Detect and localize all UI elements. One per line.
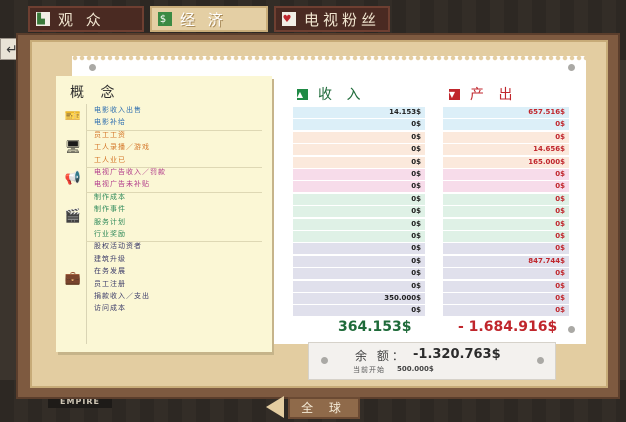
output-header: ▼ 产 出 xyxy=(449,84,517,104)
balance-start-label: 当前开始 xyxy=(353,366,385,374)
output-cell: 0$ xyxy=(443,119,569,131)
income-cell: 0$ xyxy=(293,206,425,218)
balance-start-value: 500.000$ xyxy=(397,365,434,373)
balance-label: 余 额： xyxy=(355,349,407,363)
pin-icon xyxy=(321,357,328,364)
output-header-label: 产 出 xyxy=(470,87,518,103)
pin-icon xyxy=(537,357,544,364)
income-cell: 0$ xyxy=(293,268,425,280)
concept-row-label: 工人录播／游戏 xyxy=(94,143,150,152)
ticket-icon: 🎫 xyxy=(64,109,82,125)
income-header: ▲ 收 入 xyxy=(297,84,365,104)
total-output: - 1.684.916$ xyxy=(458,319,558,335)
bar-chart-icon: ▙ xyxy=(36,12,50,26)
concept-row-label: 电影补给 xyxy=(94,118,126,127)
pin-icon xyxy=(89,64,96,71)
concept-row-label: 服务计划 xyxy=(94,217,126,226)
income-cell: 0$ xyxy=(293,131,425,143)
income-cell: 0$ xyxy=(293,243,425,255)
output-cell: 0$ xyxy=(443,169,569,180)
pin-icon xyxy=(568,64,575,71)
income-cell: 0$ xyxy=(293,255,425,267)
output-cell: 0$ xyxy=(443,218,569,230)
tab-economy-label: 经 济 xyxy=(180,10,227,29)
megaphone-icon: 📢 xyxy=(64,171,82,187)
output-cell: 0$ xyxy=(443,193,569,205)
clapperboard-icon: 🎬 xyxy=(64,208,82,224)
output-cell: 14.656$ xyxy=(443,144,569,156)
income-cell: 14.153$ xyxy=(293,107,425,118)
paper-perforation xyxy=(72,56,586,61)
concept-row-label: 员工注册 xyxy=(94,279,126,288)
concept-row-label: 股权活动资者 xyxy=(94,242,142,251)
concept-row-label: 电影收入出售 xyxy=(94,106,142,114)
output-cell: 0$ xyxy=(443,131,569,143)
balance-panel: 余 额： -1.320.763$ 当前开始 500.000$ xyxy=(308,342,556,380)
income-cell: 0$ xyxy=(293,218,425,230)
concept-row-label: 行业奖励 xyxy=(94,230,126,238)
income-cell: 350.000$ xyxy=(293,293,425,304)
tab-economy[interactable]: $ 经 济 xyxy=(150,6,268,32)
money-icon: $ xyxy=(158,12,172,26)
tab-audience-label: 观 众 xyxy=(58,10,105,29)
output-cell: 847.744$ xyxy=(443,255,569,267)
briefcase-icon: 💼 xyxy=(64,270,82,286)
concept-note: 概 念 🎫 电影收入出售 电影补给 🖥 员工工资工人录播／游戏 工人业已 📢 电视广告收入／罚… xyxy=(56,76,272,352)
income-cell: 0$ xyxy=(293,231,425,242)
output-cell: 0$ xyxy=(443,305,569,317)
output-cell: 0$ xyxy=(443,293,569,304)
concept-row-label: 制作事件 xyxy=(94,205,126,214)
income-cell: 0$ xyxy=(293,305,425,317)
income-header-label: 收 入 xyxy=(318,87,366,103)
income-cell: 0$ xyxy=(293,181,425,193)
total-income: 364.153$ xyxy=(338,319,412,335)
pin-icon xyxy=(568,326,575,333)
output-cell: 165.000$ xyxy=(443,156,569,168)
concept-row-label: 建筑升级 xyxy=(94,254,126,263)
balance-value: -1.320.763$ xyxy=(413,347,501,362)
income-cell: 0$ xyxy=(293,156,425,168)
income-cell: 0$ xyxy=(293,280,425,292)
tab-audience[interactable]: ▙ 观 众 xyxy=(28,6,144,32)
output-cell: 0$ xyxy=(443,231,569,242)
concept-row-label: 电视广告未补贴 xyxy=(94,180,150,189)
output-cell: 0$ xyxy=(443,243,569,255)
previous-arrow-icon[interactable] xyxy=(266,396,284,418)
arrow-down-icon: ▼ xyxy=(448,88,461,100)
concept-row-label: 捐款收入／支出 xyxy=(94,292,150,300)
concept-row-label: 访问成本 xyxy=(94,304,126,313)
output-cell: 0$ xyxy=(443,280,569,292)
global-button[interactable]: 全 球 xyxy=(288,397,360,419)
concept-row-label: 员工工资 xyxy=(94,130,126,139)
output-cell: 0$ xyxy=(443,268,569,280)
note-divider xyxy=(86,104,87,344)
output-cell: 657.516$ xyxy=(443,107,569,118)
concept-row-label: 在务发展 xyxy=(94,267,126,276)
concept-title: 概 念 xyxy=(70,85,121,101)
concept-row-label: 制作成本 xyxy=(94,192,126,201)
output-cell: 0$ xyxy=(443,181,569,193)
income-cell: 0$ xyxy=(293,193,425,205)
arrow-up-icon: ▲ xyxy=(296,88,309,100)
tab-tv-fans-label: 电视粉丝 xyxy=(304,10,381,29)
monitor-icon: 🖥 xyxy=(64,140,82,156)
concept-row-label: 工人业已 xyxy=(94,155,126,164)
income-cell: 0$ xyxy=(293,169,425,180)
concept-row-label: 电视广告收入／罚款 xyxy=(94,168,166,176)
income-cell: 0$ xyxy=(293,119,425,131)
income-cell: 0$ xyxy=(293,144,425,156)
heart-icon: ♥ xyxy=(282,12,296,26)
tab-tv-fans[interactable]: ♥ 电视粉丝 xyxy=(274,6,390,32)
output-cell: 0$ xyxy=(443,206,569,218)
